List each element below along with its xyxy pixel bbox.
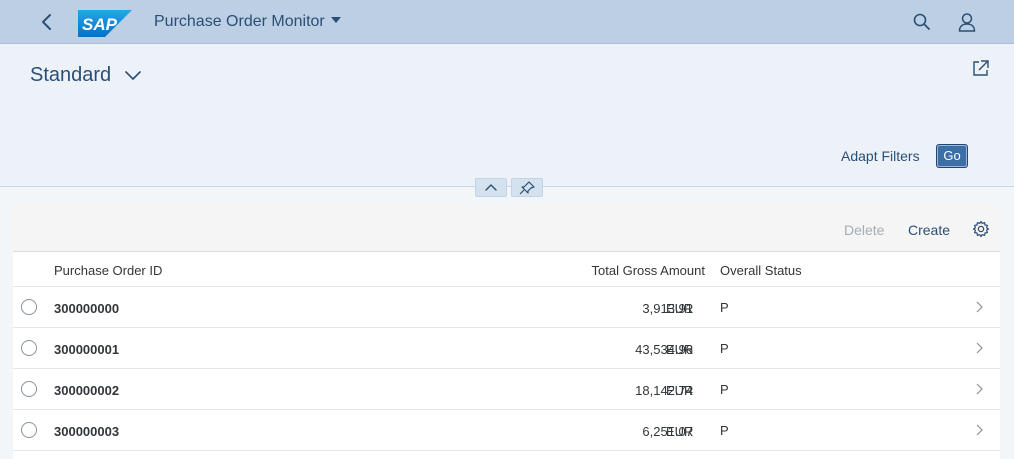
share-button[interactable]	[971, 59, 990, 78]
chevron-right-icon[interactable]	[974, 342, 984, 354]
search-button[interactable]	[912, 12, 932, 32]
column-header-total-gross-amount[interactable]: Total Gross Amount	[592, 263, 705, 278]
chevron-right-icon[interactable]	[974, 424, 984, 436]
variant-label: Standard	[30, 64, 112, 86]
currency: EUR	[666, 424, 694, 439]
column-header-purchase-order-id[interactable]: Purchase Order ID	[54, 263, 162, 278]
table-row[interactable]: 300000002 18,142.74 EUR P	[13, 369, 1000, 410]
shell-bar: SAP Purchase Order Monitor	[0, 0, 1014, 44]
purchase-order-id: 300000001	[54, 342, 120, 357]
app-title-menu[interactable]: Purchase Order Monitor	[154, 13, 341, 31]
variant-selector[interactable]: Standard	[30, 64, 141, 87]
overall-status: P	[720, 300, 729, 315]
collapse-header-button[interactable]	[475, 178, 507, 197]
row-select-radio[interactable]	[21, 422, 37, 438]
table-row[interactable]: 300000001 43,534.96 EUR P	[13, 328, 1000, 369]
delete-button[interactable]: Delete	[844, 222, 884, 238]
table-settings-button[interactable]	[972, 220, 990, 238]
adapt-filters-button[interactable]: Adapt Filters	[841, 148, 920, 164]
purchase-order-id: 300000003	[54, 424, 120, 439]
go-button[interactable]: Go	[936, 144, 968, 168]
svg-text:SAP: SAP	[82, 15, 118, 34]
table-toolbar: Delete Create	[13, 206, 1000, 252]
purchase-order-id: 300000000	[54, 301, 120, 316]
overall-status: P	[720, 341, 729, 356]
column-header-overall-status[interactable]: Overall Status	[720, 263, 802, 278]
user-icon	[958, 13, 976, 32]
chevron-right-icon[interactable]	[974, 383, 984, 395]
search-icon	[913, 13, 930, 30]
caret-down-icon	[330, 16, 341, 23]
table-column-header: Purchase Order ID Total Gross Amount Ove…	[13, 252, 1000, 287]
purchase-order-id: 300000002	[54, 383, 120, 398]
table-row[interactable]: 300000000 3,913.91 EUR P	[13, 287, 1000, 328]
overall-status: P	[720, 423, 729, 438]
chevron-up-icon	[485, 184, 497, 191]
pin-header-button[interactable]	[511, 178, 543, 197]
sap-logo[interactable]: SAP	[78, 10, 132, 37]
pin-icon	[519, 181, 535, 195]
table-row[interactable]: 300000003 6,251.07 EUR P	[13, 410, 1000, 451]
chevron-down-icon	[124, 70, 141, 80]
row-select-radio[interactable]	[21, 340, 37, 356]
row-select-radio[interactable]	[21, 299, 37, 315]
share-icon	[973, 60, 989, 76]
overall-status: P	[720, 382, 729, 397]
app-title: Purchase Order Monitor	[154, 13, 325, 30]
purchase-order-table: Delete Create Purchase Order ID Total Gr…	[13, 206, 1000, 459]
currency: EUR	[666, 383, 694, 398]
back-button[interactable]	[36, 11, 58, 33]
currency: EUR	[666, 301, 694, 316]
currency: EUR	[666, 342, 694, 357]
create-button[interactable]: Create	[908, 222, 950, 238]
chevron-right-icon[interactable]	[974, 301, 984, 313]
settings-icon	[972, 220, 990, 238]
row-select-radio[interactable]	[21, 381, 37, 397]
user-button[interactable]	[956, 11, 978, 33]
dynamic-page-header: Standard Adapt Filters Go	[0, 44, 1014, 187]
back-icon	[42, 14, 51, 30]
